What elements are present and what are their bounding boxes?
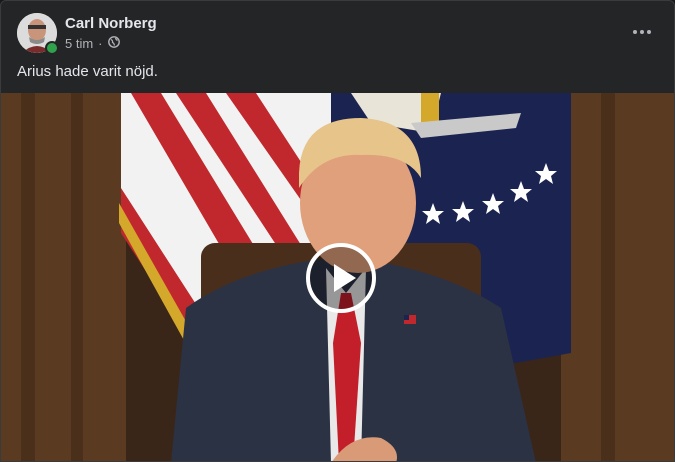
more-options-icon[interactable] bbox=[624, 19, 660, 45]
post-header: Carl Norberg 5 tim · bbox=[1, 1, 674, 61]
meta-separator: · bbox=[98, 36, 103, 51]
post-meta: 5 tim · bbox=[65, 36, 120, 51]
online-status-dot bbox=[45, 41, 59, 55]
post-card: Carl Norberg 5 tim · Arius hade varit nö… bbox=[0, 0, 675, 462]
post-text: Arius hade varit nöjd. bbox=[17, 63, 158, 80]
play-icon[interactable] bbox=[306, 243, 376, 313]
post-time[interactable]: 5 tim bbox=[65, 36, 93, 51]
globe-icon[interactable] bbox=[107, 36, 120, 51]
author-name[interactable]: Carl Norberg bbox=[65, 15, 157, 32]
video-player[interactable] bbox=[1, 93, 674, 461]
